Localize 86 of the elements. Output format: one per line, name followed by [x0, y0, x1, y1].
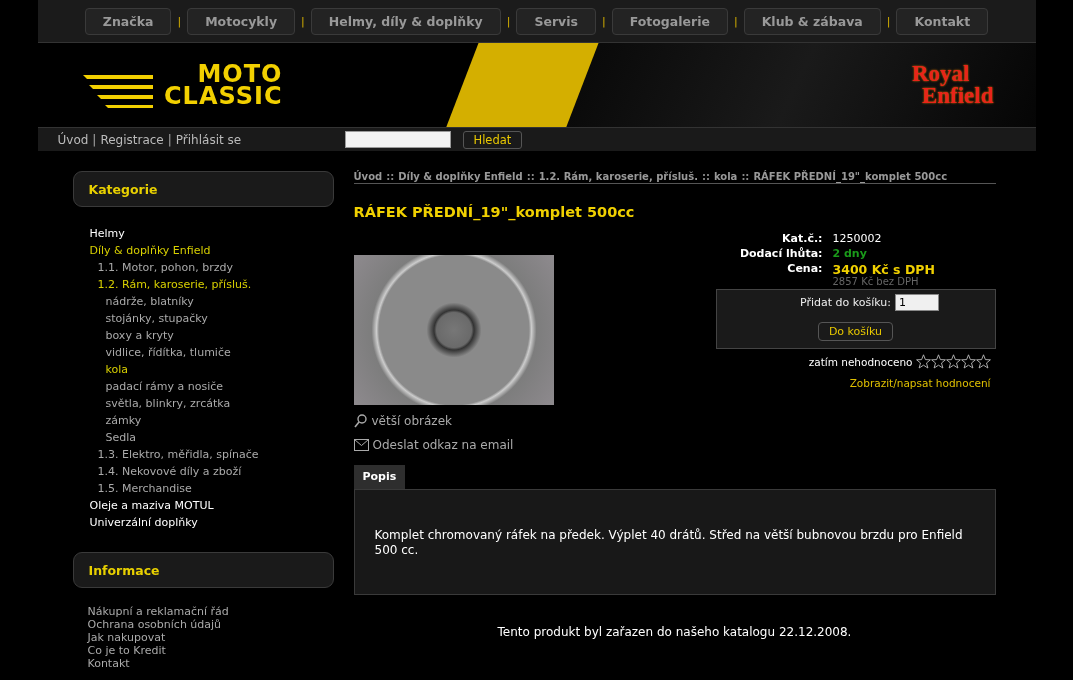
brand-logo-text: Royal — [911, 63, 970, 85]
user-link[interactable]: Přihlásit se — [175, 132, 242, 147]
link-text: Odeslat odkaz na email — [372, 438, 514, 452]
product-link[interactable]: Odeslat odkaz na email — [353, 438, 554, 452]
speed-lines-icon — [82, 73, 153, 109]
search-button[interactable]: Hledat — [462, 130, 523, 149]
category-link[interactable]: 1.2. Rám, karoserie, přísluš. — [97, 276, 334, 293]
nav-button[interactable]: Motocykly — [187, 7, 296, 35]
nav-button[interactable]: Helmy, díly & doplňky — [310, 7, 501, 35]
nav-separator: | — [177, 14, 182, 28]
breadcrumb-link[interactable]: Úvod — [353, 171, 383, 182]
sidebar-heading: Informace — [72, 552, 334, 588]
breadcrumb-link[interactable]: 1.2. Rám, karoserie, přísluš. — [538, 171, 698, 182]
nav-button[interactable]: Kontakt — [896, 7, 989, 35]
breadcrumb-link[interactable]: kola — [713, 171, 738, 182]
breadcrumb-link[interactable]: RÁFEK PŘEDNÍ_19"_komplet 500cc — [753, 171, 948, 182]
breadcrumb-separator: :: — [526, 171, 535, 182]
detail-label: Kat.č.: — [781, 232, 823, 245]
category-link[interactable]: boxy a kryty — [105, 327, 334, 344]
category-link[interactable]: stojánky, stupačky — [105, 310, 334, 327]
nav-separator: | — [886, 14, 891, 28]
quantity-label: Přidat do košíku: — [800, 296, 891, 309]
info-link[interactable]: Co je to Kredit — [87, 644, 334, 657]
category-link[interactable]: padací rámy a nosiče — [105, 378, 334, 395]
category-link[interactable]: Univerzální doplňky — [89, 514, 334, 531]
category-link[interactable]: kola — [105, 361, 334, 378]
star-icon — [915, 354, 931, 369]
price-note: 2857 Kč bez DPH — [832, 277, 920, 287]
search-field[interactable] — [344, 131, 451, 148]
product-title: RÁFEK PŘEDNÍ_19"_komplet 500cc — [353, 204, 636, 220]
breadcrumb-separator: :: — [741, 171, 750, 182]
user-link[interactable]: Registrace — [100, 132, 164, 147]
envelope-icon — [353, 439, 369, 451]
star-icon — [975, 354, 991, 369]
nav-button[interactable]: Servis — [516, 7, 596, 35]
nav-separator: | — [506, 14, 511, 28]
category-link[interactable]: 1.1. Motor, pohon, brzdy — [97, 259, 334, 276]
category-link[interactable]: vidlice, řídítka, tlumiče — [105, 344, 334, 361]
nav-separator: | — [601, 14, 606, 28]
sidebar-heading: Kategorie — [72, 171, 334, 207]
quantity-field[interactable]: 1 — [895, 294, 939, 311]
info-link[interactable]: Jak nakupovat — [87, 631, 334, 644]
detail-label: Cena: — [786, 262, 823, 277]
detail-value: 1250002 — [832, 232, 883, 245]
breadcrumb-separator: :: — [386, 171, 395, 182]
category-link[interactable]: Oleje a maziva MOTUL — [89, 497, 334, 514]
info-link[interactable]: Ochrana osobních údajů — [87, 618, 334, 631]
tab[interactable]: Popis — [353, 465, 406, 489]
star-icon — [930, 354, 946, 369]
nav-button[interactable]: Klub & zábava — [743, 7, 881, 35]
category-link[interactable]: 1.3. Elektro, měřidla, spínače — [97, 446, 334, 463]
logo-text: MOTO — [197, 63, 283, 85]
category-link[interactable]: Sedla — [105, 429, 334, 446]
brand-logo-text: Enfield — [921, 85, 994, 107]
catalog-date-note: Tento produkt byl zařazen do našeho katalogu 22.12.2008. — [496, 625, 853, 639]
nav-button[interactable]: Značka — [84, 7, 172, 35]
search-icon — [353, 414, 368, 428]
category-link[interactable]: 1.4. Nekovové díly a zboží — [97, 463, 334, 480]
category-link[interactable]: Helmy — [89, 225, 334, 242]
star-icon — [960, 354, 976, 369]
product-link[interactable]: větší obrázek — [353, 414, 554, 428]
description-text: Komplet chromovaný ráfek na předek. Výplet 40 drátů. Střed na větší bubnovou brzdu pro Enfield 500 cc. — [353, 489, 996, 595]
detail-label: Dodací lhůta: — [738, 247, 823, 260]
link-separator: | — [92, 132, 97, 147]
breadcrumb-separator: :: — [701, 171, 710, 182]
add-to-cart-button[interactable]: Do košíku — [817, 322, 894, 341]
user-link[interactable]: Úvod — [57, 132, 89, 147]
nav-button[interactable]: Fotogalerie — [611, 7, 728, 35]
category-link[interactable]: světla, blinkry, zrcátka — [105, 395, 334, 412]
link-separator: | — [167, 132, 172, 147]
category-link[interactable]: 1.5. Merchandise — [97, 480, 334, 497]
info-link[interactable]: Nákupní a reklamační řád — [87, 605, 334, 618]
breadcrumb-link[interactable]: Díly & doplňky Enfield — [398, 171, 523, 182]
nav-separator: | — [733, 14, 738, 28]
category-link[interactable]: zámky — [105, 412, 334, 429]
category-link[interactable]: nádrže, blatníky — [105, 293, 334, 310]
detail-value: 3400 Kč s DPH — [832, 262, 936, 277]
star-icon — [945, 354, 961, 369]
category-link[interactable]: Díly & doplňky Enfield — [89, 242, 334, 259]
rating-text: zatím nehodnoceno — [808, 355, 913, 368]
nav-separator: | — [301, 14, 305, 28]
logo-text: CLASSIC — [164, 85, 283, 107]
info-link[interactable]: Kontakt — [87, 657, 334, 670]
detail-value: 2 dny — [832, 247, 868, 260]
link-text: větší obrázek — [371, 414, 452, 428]
rating-link[interactable]: Zobrazit/napsat hodnocení — [715, 377, 996, 389]
